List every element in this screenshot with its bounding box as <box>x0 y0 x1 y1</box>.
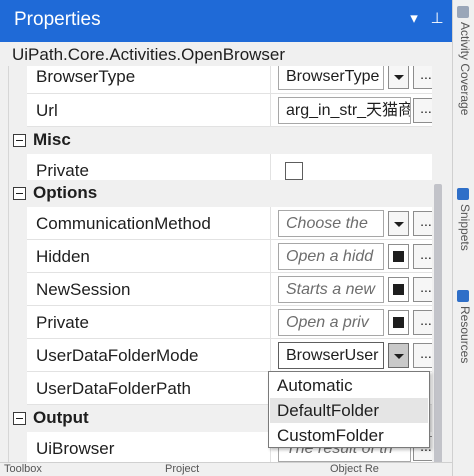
property-name: Hidden <box>36 247 90 266</box>
collapse-toggle-icon[interactable] <box>13 412 26 425</box>
side-tab-resources[interactable]: Resources <box>458 306 472 363</box>
property-row-user-data-folder-mode: UserDataFolderMode BrowserUser ... <box>27 339 432 372</box>
private-checkbox[interactable] <box>285 162 303 180</box>
category-label: Output <box>33 408 89 427</box>
new-session-checkbox[interactable] <box>388 277 409 302</box>
url-ellipsis-button[interactable]: ... <box>413 98 432 123</box>
property-name: BrowserType <box>36 67 136 86</box>
communication-method-dropdown-button[interactable] <box>388 211 409 236</box>
panel-title: Properties <box>14 9 101 30</box>
property-row-hidden: Hidden Open a hidd ... <box>27 240 432 273</box>
activity-class-name: UiPath.Core.Activities.OpenBrowser <box>12 45 286 64</box>
property-name: Private <box>36 161 89 180</box>
side-tab-strip: Activity Coverage Snippets Resources <box>452 0 474 476</box>
dropdown-option-default-folder[interactable]: DefaultFolder <box>270 398 428 423</box>
property-row-new-session: NewSession Starts a new ... <box>27 273 432 306</box>
category-label: Options <box>33 183 98 202</box>
browser-type-ellipsis-button[interactable]: ... <box>413 66 432 89</box>
hidden-checkbox[interactable] <box>388 244 409 269</box>
hidden-ellipsis-button[interactable]: ... <box>413 244 432 269</box>
resources-icon <box>457 290 469 302</box>
category-misc[interactable]: Misc <box>9 127 432 154</box>
communication-method-field[interactable]: Choose the <box>278 210 384 237</box>
category-label: Misc <box>33 130 71 149</box>
property-name: UserDataFolderMode <box>36 346 199 365</box>
url-field[interactable]: arg_in_str_天猫商 <box>278 97 411 124</box>
property-name: UiBrowser <box>36 439 115 458</box>
pin-icon[interactable]: ⊥ <box>428 8 446 30</box>
collapse-toggle-icon[interactable] <box>13 134 26 147</box>
bottom-tab-strip: Toolbox Project Object Re <box>0 462 452 476</box>
dropdown-option-automatic[interactable]: Automatic <box>270 373 428 398</box>
collapse-toggle-icon[interactable] <box>13 187 26 200</box>
browser-type-field[interactable]: BrowserType <box>278 66 384 90</box>
bottom-tab-object-repository[interactable]: Object Re <box>330 463 379 475</box>
new-session-field[interactable]: Starts a new <box>278 276 384 303</box>
options-private-ellipsis-button[interactable]: ... <box>413 310 432 335</box>
property-name: Url <box>36 101 58 120</box>
properties-title-bar: Properties ▾ ⊥ <box>0 0 452 42</box>
bottom-tab-project[interactable]: Project <box>165 463 199 475</box>
property-row-browser-type: BrowserType BrowserType ... <box>27 66 432 94</box>
hidden-field[interactable]: Open a hidd <box>278 243 384 270</box>
property-name: NewSession <box>36 280 131 299</box>
dropdown-arrow-icon[interactable]: ▾ <box>405 8 423 30</box>
property-name: Private <box>36 313 89 332</box>
scrollbar-thumb[interactable] <box>434 184 442 474</box>
side-tab-activity-coverage[interactable]: Activity Coverage <box>458 22 472 115</box>
property-grid-scrollbar[interactable] <box>432 66 444 476</box>
snippets-icon <box>457 188 469 200</box>
property-row-url: Url arg_in_str_天猫商 ... <box>27 94 432 127</box>
user-data-folder-mode-ellipsis-button[interactable]: ... <box>413 343 432 368</box>
user-data-folder-mode-dropdown-button[interactable] <box>388 343 409 368</box>
side-tab-snippets[interactable]: Snippets <box>458 204 472 251</box>
property-name: CommunicationMethod <box>36 214 211 233</box>
options-private-field[interactable]: Open a priv <box>278 309 384 336</box>
category-options[interactable]: Options <box>9 180 432 207</box>
activity-coverage-icon <box>457 6 469 18</box>
browser-type-dropdown-button[interactable] <box>388 66 409 89</box>
options-private-checkbox[interactable] <box>388 310 409 335</box>
bottom-tab-toolbox[interactable]: Toolbox <box>4 463 42 475</box>
property-row-options-private: Private Open a priv ... <box>27 306 432 339</box>
user-data-folder-mode-dropdown-list: Automatic DefaultFolder CustomFolder <box>268 371 430 448</box>
communication-method-ellipsis-button[interactable]: ... <box>413 211 432 236</box>
dropdown-option-custom-folder[interactable]: CustomFolder <box>270 423 428 448</box>
new-session-ellipsis-button[interactable]: ... <box>413 277 432 302</box>
property-row-communication-method: CommunicationMethod Choose the ... <box>27 207 432 240</box>
property-name: UserDataFolderPath <box>36 379 191 398</box>
user-data-folder-mode-field[interactable]: BrowserUser <box>278 342 384 369</box>
